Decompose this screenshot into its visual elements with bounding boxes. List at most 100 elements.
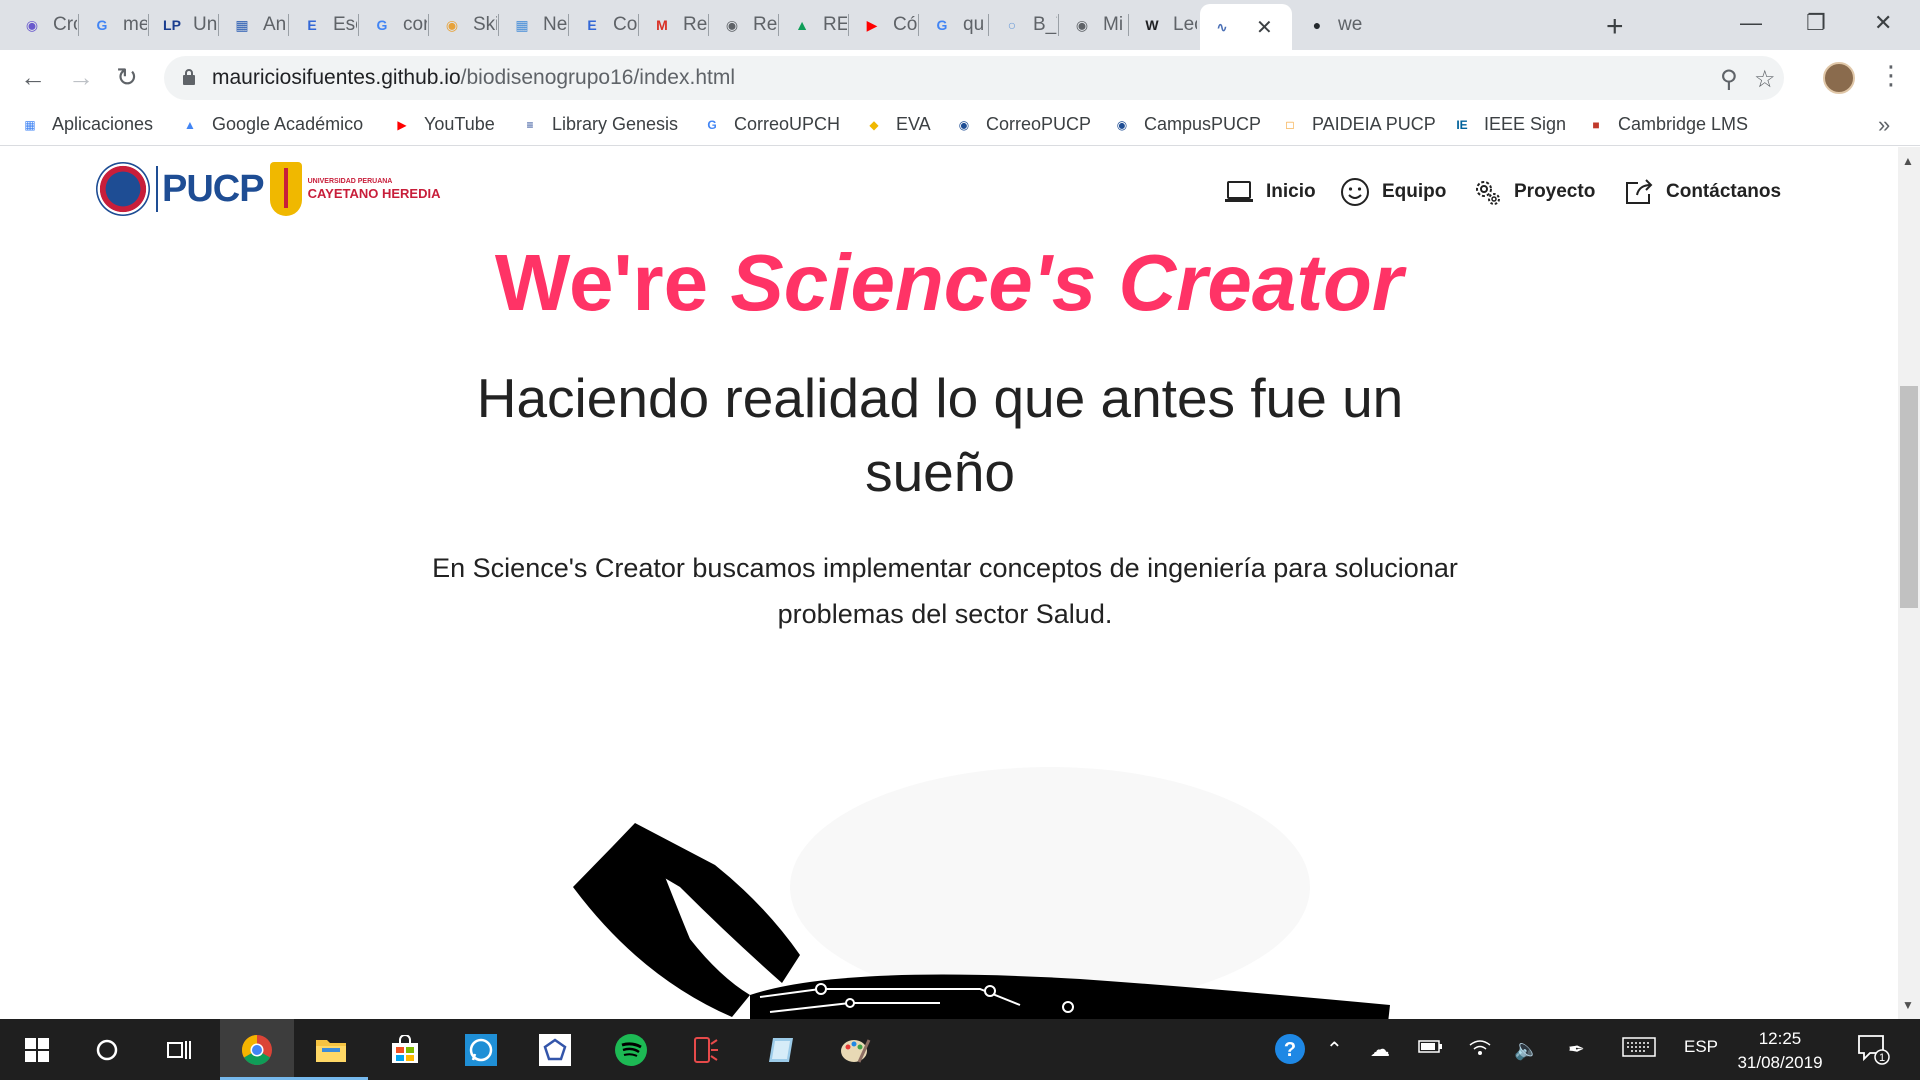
snip-tool-button[interactable] (668, 1019, 742, 1080)
tab-separator (568, 14, 569, 36)
bookmark-item[interactable]: ■ Cambridge LMS (1586, 114, 1748, 135)
browser-tab-label: B_T (1033, 14, 1057, 35)
browser-tab[interactable]: ▦ Ne (500, 6, 567, 44)
close-tab-icon[interactable]: ✕ (1256, 15, 1273, 40)
scroll-up-arrow[interactable]: ▲ (1902, 154, 1914, 168)
app-button-shield[interactable] (518, 1019, 592, 1080)
bookmark-item[interactable]: ▶ YouTube (392, 114, 494, 135)
url-text[interactable]: mauriciosifuentes.github.io/biodisenogru… (212, 66, 735, 90)
browser-tab[interactable]: Gcor (360, 6, 427, 44)
volume-icon[interactable]: 🔈 (1514, 1037, 1539, 1062)
search-button[interactable] (70, 1019, 144, 1080)
bookmark-label: IEEE Sign (1484, 114, 1567, 134)
bookmark-label: CorreoPUCP (986, 114, 1092, 134)
bookmark-item[interactable]: □ PAIDEIA PUCP (1280, 114, 1435, 135)
scrollbar-thumb[interactable] (1900, 386, 1918, 608)
browser-tab[interactable]: M Re (640, 6, 707, 44)
bookmark-star-icon[interactable]: ☆ (1754, 65, 1776, 94)
bookmark-label: Google Académico (212, 114, 364, 134)
clock-time: 12:25 (1758, 1029, 1802, 1048)
reload-button[interactable]: ↻ (116, 62, 138, 93)
browser-tab[interactable]: ▦ An (220, 6, 287, 44)
back-button[interactable]: ← (20, 62, 46, 93)
cambridge-icon: ■ (1592, 117, 1600, 132)
menu-icon[interactable]: ⋮ (1878, 60, 1904, 91)
browser-tab[interactable]: ○ B_T (990, 6, 1057, 44)
browser-tab[interactable]: E Esc (290, 6, 357, 44)
pen-icon[interactable]: ✒ (1568, 1037, 1585, 1062)
tab-separator (498, 14, 499, 36)
bookmark-item[interactable]: ◉ CampusPUCP (1112, 114, 1261, 135)
browser-tab[interactable]: ◉ Re (710, 6, 777, 44)
nav-proyecto[interactable]: Proyecto (1472, 177, 1595, 207)
url-host: mauriciosifuentes.github.io (212, 66, 461, 89)
browser-tab-label: An (263, 14, 287, 35)
touch-keyboard-icon[interactable] (1622, 1037, 1656, 1063)
bookmark-item[interactable]: ◉ CorreoPUCP (954, 114, 1091, 135)
browser-tab[interactable]: ◉ Ski (430, 6, 497, 44)
browser-tab[interactable]: Gme (80, 6, 147, 44)
file-explorer-button[interactable] (294, 1019, 368, 1080)
store-button[interactable] (368, 1019, 442, 1080)
bookmark-item[interactable]: G CorreoUPCH (702, 114, 840, 135)
onedrive-icon[interactable]: ☁ (1370, 1037, 1390, 1062)
close-window-button[interactable]: ✕ (1874, 10, 1892, 36)
bookmark-label: Cambridge LMS (1618, 114, 1749, 134)
tray-expand-icon[interactable]: ⌃ (1326, 1037, 1343, 1062)
nav-contactanos[interactable]: Contáctanos (1624, 177, 1781, 207)
site-logo[interactable]: PUCP UNIVERSIDAD PERUANA CAYETANO HEREDI… (96, 162, 441, 216)
paint-button[interactable] (818, 1019, 892, 1080)
zoom-icon[interactable]: ⚲ (1720, 65, 1738, 94)
forward-button[interactable]: → (68, 62, 94, 93)
bookmark-item[interactable]: ▦ Aplicaciones (20, 114, 153, 135)
bookmark-item[interactable]: ▲ Google Académico (180, 114, 363, 135)
wifi-icon[interactable] (1468, 1037, 1492, 1063)
spotify-button[interactable] (594, 1019, 668, 1080)
drive-icon: ▲ (795, 17, 809, 33)
spotify-icon (615, 1033, 647, 1066)
browser-tab[interactable]: Gqu (920, 6, 987, 44)
profile-avatar[interactable] (1823, 62, 1855, 94)
action-center-button[interactable]: 1 (1856, 1033, 1890, 1071)
start-button[interactable] (0, 1019, 74, 1080)
bookmark-item[interactable]: ≡ Library Genesis (520, 114, 678, 135)
whatsapp-button[interactable] (444, 1019, 518, 1080)
chrome-taskbar-button[interactable] (220, 1019, 294, 1080)
browser-tab[interactable]: ● we (1295, 6, 1362, 44)
browser-tab-label: Lec (1173, 14, 1197, 35)
browser-tab[interactable]: ◉ Cro (10, 6, 77, 44)
browser-tab[interactable]: ▶ Có (850, 6, 917, 44)
browser-tab[interactable]: W Lec (1130, 6, 1197, 44)
battery-icon[interactable] (1418, 1037, 1444, 1060)
task-view-icon (167, 1040, 191, 1059)
tab-separator (428, 14, 429, 36)
restore-button[interactable]: ❐ (1806, 10, 1826, 36)
scroll-down-arrow[interactable]: ▼ (1902, 998, 1914, 1012)
notes-app-button[interactable] (744, 1019, 818, 1080)
browser-tab[interactable]: E Co (570, 6, 637, 44)
lp-icon: LP (163, 17, 181, 33)
more-bookmarks-icon[interactable]: » (1878, 112, 1890, 138)
nav-equipo[interactable]: Equipo (1340, 177, 1446, 207)
taskbar-clock[interactable]: 12:25 31/08/2019 (1730, 1027, 1830, 1075)
browser-tab[interactable]: ▲ RE (780, 6, 847, 44)
tab-separator (988, 14, 989, 36)
browser-tab-label: Esc (333, 14, 357, 35)
help-icon[interactable]: ? (1274, 1033, 1306, 1071)
minimize-button[interactable]: — (1740, 10, 1762, 36)
task-view-button[interactable] (142, 1019, 216, 1080)
browser-tab[interactable]: ◉ Mi (1060, 6, 1127, 44)
browser-tab[interactable]: ∿ ✕ (1200, 4, 1292, 50)
bookmark-item[interactable]: ◆ EVA (864, 114, 930, 135)
input-language[interactable]: ESP (1684, 1037, 1718, 1057)
logo-divider (156, 166, 158, 212)
bookmark-item[interactable]: IE IEEE Sign (1452, 114, 1566, 135)
tab-separator (358, 14, 359, 36)
address-bar[interactable]: mauriciosifuentes.github.io/biodisenogru… (164, 56, 1784, 100)
lock-icon[interactable] (182, 68, 196, 86)
site-icon: E (587, 17, 597, 33)
nav-inicio[interactable]: Inicio (1224, 177, 1316, 207)
scholar-icon: ▲ (184, 117, 196, 132)
new-tab-button[interactable]: + (1606, 10, 1624, 44)
browser-tab[interactable]: LP Un (150, 6, 217, 44)
